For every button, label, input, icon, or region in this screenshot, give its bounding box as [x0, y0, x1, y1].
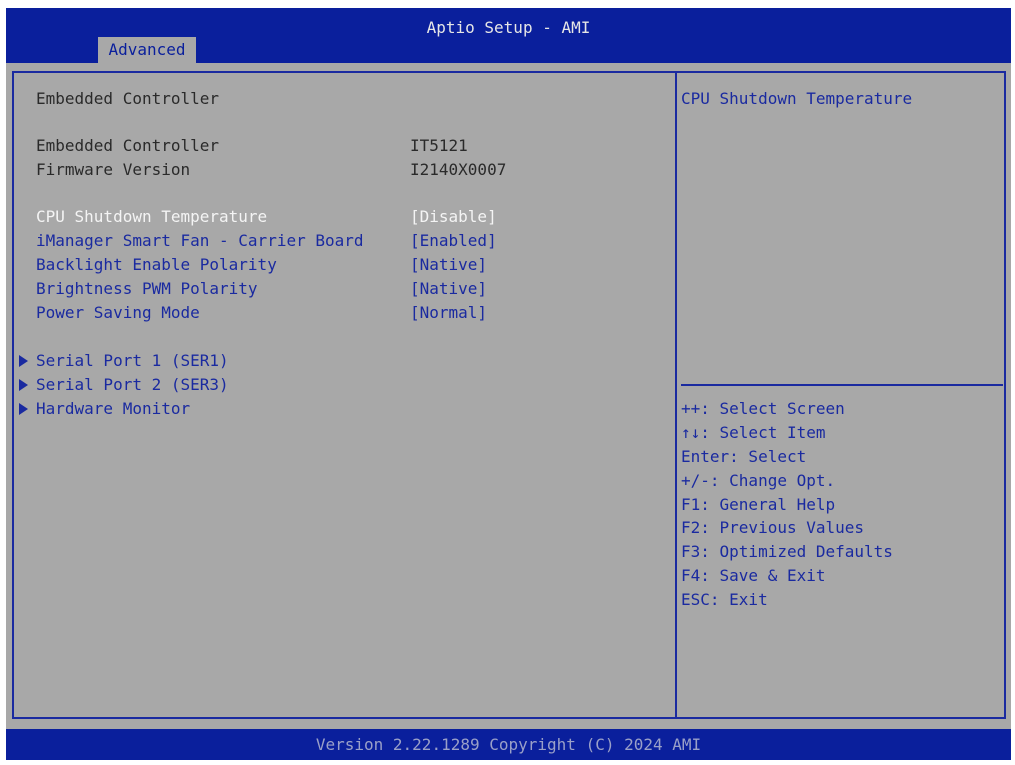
setting-backlight-enable-polarity[interactable]: Backlight Enable Polarity: [36, 254, 277, 276]
submenu-serial-port-1[interactable]: Serial Port 1 (SER1): [36, 350, 229, 372]
submenu-arrow-icon: [19, 403, 28, 415]
setting-value-backlight-enable-polarity[interactable]: [Native]: [410, 254, 487, 276]
help-key-exit: ESC: Exit: [681, 590, 768, 609]
help-key-enter: Enter: Select: [681, 447, 807, 466]
title-bar: Aptio Setup - AMI Advanced: [6, 8, 1011, 63]
setting-power-saving-mode[interactable]: Power Saving Mode: [36, 302, 200, 324]
submenu-arrow-icon: [19, 379, 28, 391]
info-value-firmware: I2140X0007: [410, 160, 507, 179]
setting-imanager-smart-fan[interactable]: iManager Smart Fan - Carrier Board: [36, 230, 364, 252]
setting-value-power-saving-mode[interactable]: [Normal]: [410, 302, 487, 324]
tab-advanced[interactable]: Advanced: [98, 37, 196, 63]
help-key-change-opt: +/-: Change Opt.: [681, 471, 836, 490]
version-text: Version 2.22.1289 Copyright (C) 2024 AMI: [315, 735, 702, 754]
submenu-hardware-monitor[interactable]: Hardware Monitor: [36, 398, 190, 420]
help-divider: [681, 384, 1003, 386]
setting-value-imanager-smart-fan[interactable]: [Enabled]: [410, 230, 497, 252]
info-label-firmware: Firmware Version: [36, 160, 191, 179]
bios-screen: Aptio Setup - AMI Advanced Embedded Cont…: [6, 8, 1011, 760]
help-key-previous-values: F2: Previous Values: [681, 518, 865, 537]
help-key-save-exit: F4: Save & Exit: [681, 566, 826, 585]
app-title: Aptio Setup - AMI: [426, 18, 591, 37]
submenu-arrow-icon: [19, 355, 28, 367]
footer-bar: Version 2.22.1289 Copyright (C) 2024 AMI: [6, 729, 1011, 760]
help-key-optimized-defaults: F3: Optimized Defaults: [681, 542, 893, 561]
help-key-general-help: F1: General Help: [681, 495, 836, 514]
info-label-ec: Embedded Controller: [36, 136, 220, 155]
setting-value-brightness-pwm-polarity[interactable]: [Native]: [410, 278, 487, 300]
setting-brightness-pwm-polarity[interactable]: Brightness PWM Polarity: [36, 278, 258, 300]
info-value-ec: IT5121: [410, 136, 468, 155]
help-key-select-screen: ++: Select Screen: [681, 399, 845, 418]
help-key-select-item: ↑↓: Select Item: [681, 423, 826, 442]
setting-value-cpu-shutdown-temperature[interactable]: [Disable]: [410, 206, 497, 228]
submenu-serial-port-2[interactable]: Serial Port 2 (SER3): [36, 374, 229, 396]
help-description: CPU Shutdown Temperature: [681, 89, 913, 108]
setting-cpu-shutdown-temperature[interactable]: CPU Shutdown Temperature: [36, 206, 267, 228]
section-title: Embedded Controller: [36, 89, 220, 108]
panel-divider: [675, 71, 677, 719]
